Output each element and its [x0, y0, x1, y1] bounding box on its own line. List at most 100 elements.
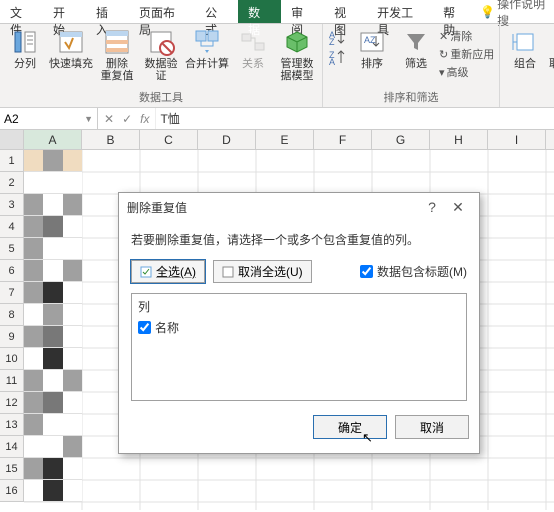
has-header-input[interactable] — [360, 265, 373, 278]
col-header[interactable]: E — [256, 130, 314, 149]
cursor-icon: ↖ — [362, 430, 373, 446]
tell-me-search[interactable]: 💡 操作说明搜 — [480, 0, 554, 23]
row-header[interactable]: 14 — [0, 436, 24, 458]
data-model-button[interactable]: 管理数 据模型 — [276, 26, 318, 82]
formula-bar-input[interactable]: T恤 — [156, 108, 554, 129]
formula-bar-value: T恤 — [160, 110, 179, 127]
select-all-button[interactable]: 全选(A) — [131, 260, 205, 283]
has-header-label: 数据包含标题(M) — [377, 263, 467, 280]
reapply-label: 重新应用 — [450, 46, 494, 62]
reapply-button[interactable]: ↻重新应用 — [439, 46, 495, 62]
sort-label: 排序 — [361, 58, 383, 70]
consolidate-button[interactable]: 合并计算 — [184, 26, 230, 70]
formula-bar-controls: ✕ ✓ fx — [98, 108, 156, 129]
tab-data[interactable]: 数据 — [238, 0, 281, 23]
col-header[interactable]: C — [140, 130, 198, 149]
flash-fill-button[interactable]: 快速填充 — [48, 26, 94, 70]
row-header[interactable]: 4 — [0, 216, 24, 238]
clear-filter-label: 清除 — [450, 28, 472, 44]
fx-icon[interactable]: fx — [140, 112, 149, 126]
row-header[interactable]: 12 — [0, 392, 24, 414]
advanced-filter-button[interactable]: ▾高级 — [439, 64, 495, 80]
ungroup-button[interactable]: 取消组合 — [548, 26, 554, 70]
filter-button[interactable]: 筛选 — [395, 26, 437, 70]
col-header[interactable]: B — [82, 130, 140, 149]
row-header[interactable]: 2 — [0, 172, 24, 194]
column-item-checkbox[interactable] — [138, 321, 151, 334]
group-label: 组合 — [514, 58, 536, 70]
remove-duplicates-label: 删除 重复值 — [101, 58, 134, 82]
group-data-tools: 分列 快速填充 删除 重复值 数据验 证 合并计算 关系 — [0, 24, 323, 107]
data-validation-label: 数据验 证 — [145, 58, 178, 82]
row-header[interactable]: 10 — [0, 348, 24, 370]
clear-filter-button[interactable]: ✕清除 — [439, 28, 495, 44]
col-header[interactable]: D — [198, 130, 256, 149]
remove-duplicates-button[interactable]: 删除 重复值 — [96, 26, 138, 82]
confirm-entry-icon[interactable]: ✓ — [122, 112, 132, 126]
advanced-icon: ▾ — [439, 66, 445, 79]
columns-listbox[interactable]: 列 名称 — [131, 293, 467, 401]
formula-bar-row: A2 ▼ ✕ ✓ fx T恤 — [0, 108, 554, 130]
group-outline: 组合 取消组合 分类 分级 — [500, 24, 554, 107]
row-header[interactable]: 1 — [0, 150, 24, 172]
cancel-button[interactable]: 取消 — [395, 415, 469, 439]
row-header[interactable]: 5 — [0, 238, 24, 260]
sort-desc-button[interactable]: ZA — [327, 48, 349, 66]
tab-review[interactable]: 审阅 — [281, 0, 324, 23]
name-box-value: A2 — [4, 112, 19, 126]
name-box[interactable]: A2 ▼ — [0, 108, 98, 129]
unselect-all-button[interactable]: 取消全选(U) — [213, 260, 312, 283]
cancel-entry-icon[interactable]: ✕ — [104, 112, 114, 126]
row-header[interactable]: 11 — [0, 370, 24, 392]
text-to-columns-icon — [11, 28, 39, 56]
svg-text:A: A — [329, 57, 335, 66]
relationships-button[interactable]: 关系 — [232, 26, 274, 70]
column-item-label: 名称 — [155, 319, 179, 336]
col-header[interactable]: H — [430, 130, 488, 149]
ribbon: 分列 快速填充 删除 重复值 数据验 证 合并计算 关系 — [0, 24, 554, 108]
row-header[interactable]: 3 — [0, 194, 24, 216]
ok-label: 确定 — [338, 421, 362, 435]
col-header[interactable]: F — [314, 130, 372, 149]
group-button[interactable]: 组合 — [504, 26, 546, 70]
data-validation-button[interactable]: 数据验 证 — [140, 26, 182, 82]
sort-button[interactable]: AZ 排序 — [351, 26, 393, 70]
tab-insert[interactable]: 插入 — [86, 0, 129, 23]
column-item[interactable]: 名称 — [138, 319, 460, 336]
ok-button[interactable]: 确定 ↖ — [313, 415, 387, 439]
select-all-label: 全选(A) — [156, 263, 196, 280]
tab-layout[interactable]: 页面布局 — [129, 0, 195, 23]
filter-label: 筛选 — [405, 58, 427, 70]
select-all-corner[interactable] — [0, 130, 24, 149]
col-header[interactable]: I — [488, 130, 546, 149]
ribbon-tabs: 文件 开始 插入 页面布局 公式 数据 审阅 视图 开发工具 帮助 💡 操作说明… — [0, 0, 554, 24]
tab-formula[interactable]: 公式 — [195, 0, 238, 23]
tab-dev[interactable]: 开发工具 — [367, 0, 433, 23]
column-a-data — [24, 150, 82, 502]
filter-icon — [402, 28, 430, 56]
column-headers: A B C D E F G H I — [0, 130, 554, 150]
row-header[interactable]: 6 — [0, 260, 24, 282]
unselect-all-icon — [222, 266, 234, 278]
row-header[interactable]: 16 — [0, 480, 24, 502]
row-header[interactable]: 7 — [0, 282, 24, 304]
row-header[interactable]: 8 — [0, 304, 24, 326]
text-to-columns-button[interactable]: 分列 — [4, 26, 46, 70]
help-button[interactable]: ? — [419, 199, 445, 215]
tab-file[interactable]: 文件 — [0, 0, 43, 23]
columns-list-header: 列 — [138, 298, 460, 315]
col-header[interactable]: A — [24, 130, 82, 149]
row-header[interactable]: 9 — [0, 326, 24, 348]
tab-help[interactable]: 帮助 — [433, 0, 476, 23]
row-header[interactable]: 15 — [0, 458, 24, 480]
col-header[interactable]: G — [372, 130, 430, 149]
tab-home[interactable]: 开始 — [43, 0, 86, 23]
row-header[interactable]: 13 — [0, 414, 24, 436]
data-model-icon — [283, 28, 311, 56]
sort-asc-button[interactable]: AZ — [327, 28, 349, 46]
lightbulb-icon: 💡 — [480, 5, 495, 19]
tab-view[interactable]: 视图 — [324, 0, 367, 23]
has-header-checkbox[interactable]: 数据包含标题(M) — [360, 263, 467, 280]
data-model-label: 管理数 据模型 — [281, 58, 314, 82]
close-button[interactable]: ✕ — [445, 199, 471, 216]
